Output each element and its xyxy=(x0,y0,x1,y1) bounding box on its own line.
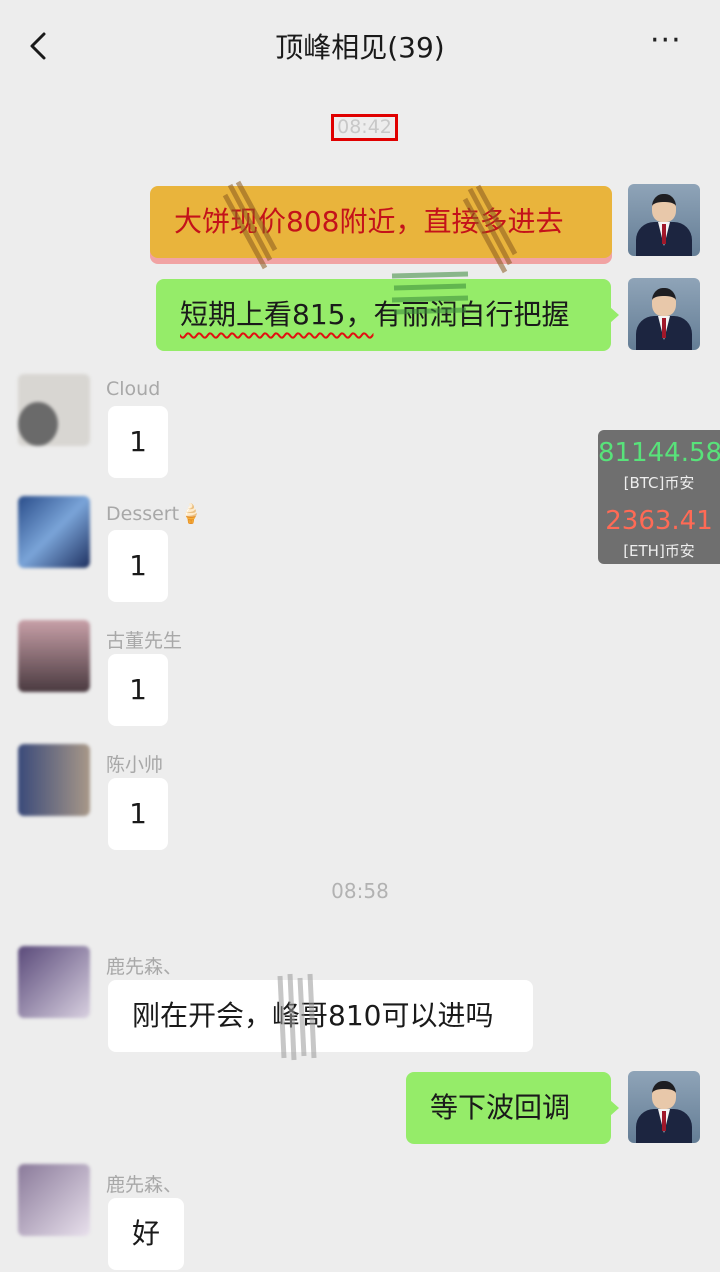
avatar[interactable] xyxy=(18,744,90,816)
message-bubble-outgoing[interactable]: 短期上看815，有丽润自行把握 xyxy=(156,279,611,351)
timestamp: 08:58 xyxy=(331,879,389,903)
price-ticker-widget[interactable]: 81144.58 [BTC]币安 2363.41 [ETH]币安 xyxy=(598,430,720,564)
message-bubble-incoming[interactable]: 1 xyxy=(108,654,168,726)
eth-price: 2363.41 xyxy=(605,506,713,536)
btc-label: [BTC]币安 xyxy=(623,474,695,492)
message-bubble-incoming[interactable]: 1 xyxy=(108,406,168,478)
message-bubble-outgoing[interactable]: 等下波回调 xyxy=(406,1072,611,1144)
avatar[interactable] xyxy=(628,278,700,350)
more-horizontal-icon[interactable]: ··· xyxy=(650,26,690,62)
eth-label: [ETH]币安 xyxy=(623,542,695,560)
message-text: 等下波回调 xyxy=(430,1091,571,1124)
message-bubble-outgoing[interactable]: 大饼现价808附近，直接多进去 xyxy=(150,186,612,258)
sender-name: 古董先生 xyxy=(106,630,183,652)
avatar[interactable] xyxy=(18,374,90,446)
avatar[interactable] xyxy=(628,184,700,256)
message-bubble-incoming[interactable]: 1 xyxy=(108,778,168,850)
sender-name: Cloud xyxy=(106,378,161,400)
message-text: 有丽润自行把握 xyxy=(373,298,570,331)
bubble-tail xyxy=(610,307,619,323)
message-text: 大饼现价808附近，直接多进去 xyxy=(174,205,564,238)
sender-name: 陈小帅 xyxy=(106,754,164,776)
avatar[interactable] xyxy=(18,620,90,692)
sender-name: 鹿先森、 xyxy=(106,1174,183,1196)
message-text: 短期上看815， xyxy=(180,298,374,331)
message-text: 1 xyxy=(129,549,147,582)
btc-price: 81144.58 xyxy=(598,438,720,468)
sender-name: Dessert🍦 xyxy=(106,503,203,525)
avatar[interactable] xyxy=(628,1071,700,1143)
message-text: 1 xyxy=(129,673,147,706)
message-bubble-incoming[interactable]: 好 xyxy=(108,1198,184,1270)
avatar[interactable] xyxy=(18,1164,90,1236)
message-text: 1 xyxy=(129,425,147,458)
avatar[interactable] xyxy=(18,946,90,1018)
chat-title: 顶峰相见(39) xyxy=(275,31,445,64)
avatar[interactable] xyxy=(18,496,90,568)
message-text: 刚在开会，峰哥810可以进吗 xyxy=(132,999,494,1032)
message-text: 好 xyxy=(131,1217,160,1250)
bubble-tail xyxy=(610,1100,619,1116)
timestamp: 08:42 xyxy=(331,114,398,141)
sender-name: 鹿先森、 xyxy=(106,956,183,978)
message-bubble-incoming[interactable]: 刚在开会，峰哥810可以进吗 xyxy=(108,980,533,1052)
nav-bar: 顶峰相见(39) ··· xyxy=(0,0,720,92)
message-bubble-incoming[interactable]: 1 xyxy=(108,530,168,602)
message-text: 1 xyxy=(129,797,147,830)
